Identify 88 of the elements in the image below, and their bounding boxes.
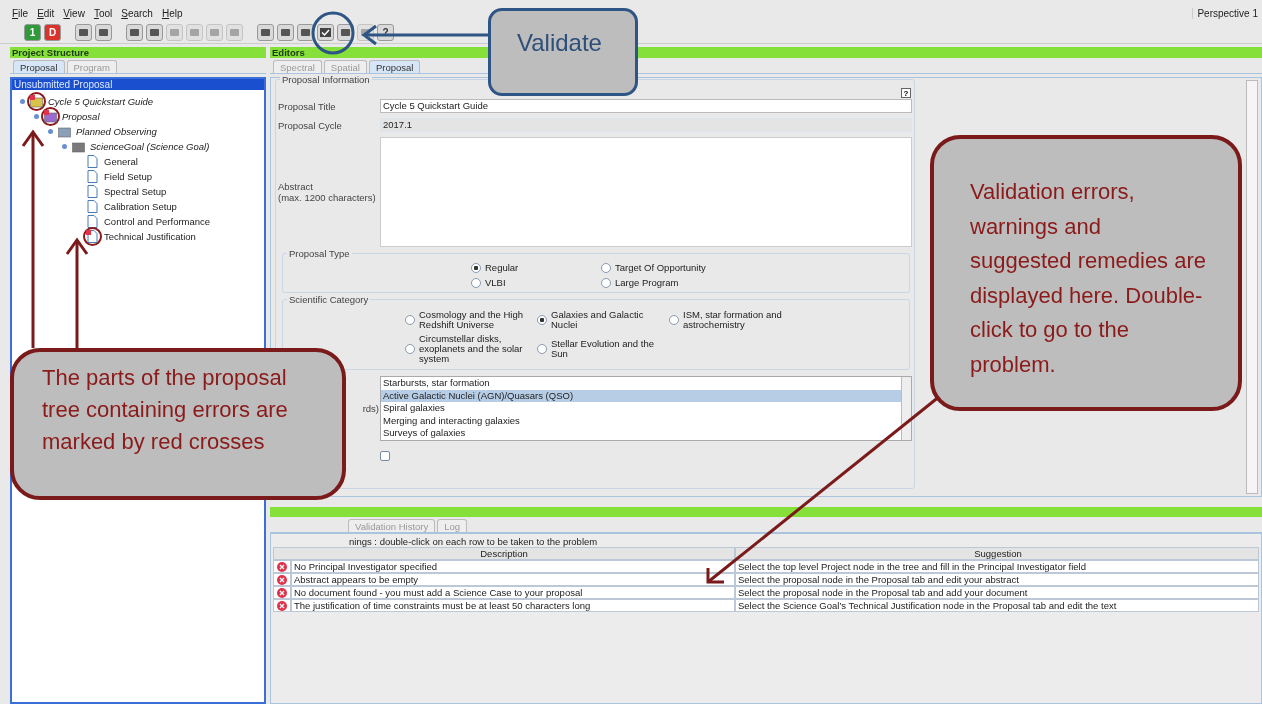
tree-item[interactable]: Calibration Setup	[104, 201, 177, 212]
tree-item[interactable]: Planned Observing	[76, 126, 157, 137]
field-label: Proposal Title	[278, 100, 337, 112]
radio-icon[interactable]	[601, 263, 611, 273]
section-title: Proposal Information	[280, 74, 372, 85]
tab[interactable]: Proposal	[13, 60, 65, 73]
tab[interactable]: Proposal	[368, 60, 421, 73]
menu-item[interactable]: Help	[161, 7, 183, 19]
tree-root[interactable]: Unsubmitted Proposal	[12, 79, 264, 90]
table-cell: Select the top level Project node in the tree and fill in the Principal Investigator field	[735, 560, 1259, 573]
tree-item[interactable]: Proposal	[62, 111, 100, 122]
toolbar-button[interactable]: 1	[24, 23, 41, 41]
field-label: Proposal Cycle	[278, 119, 343, 131]
section-title: Scientific Category	[287, 294, 371, 305]
menu-item[interactable]: Search	[121, 7, 153, 19]
list-item[interactable]: Merging and interacting galaxies	[381, 414, 901, 427]
hint-text: nings : double-click on each row to be taken to the problem	[348, 536, 599, 547]
expand-handle-icon[interactable]	[62, 144, 67, 149]
toolbar-button[interactable]	[146, 23, 163, 41]
radio-option[interactable]: Target Of Opportunity	[601, 263, 751, 273]
menu-item[interactable]: File	[12, 7, 29, 19]
callout: The parts of the proposal tree containing errors are marked by red crosses	[10, 348, 346, 500]
toolbar-button[interactable]	[95, 23, 112, 41]
radio-option[interactable]: Cosmology and the High Redshift Universe	[405, 310, 537, 330]
table-cell: Abstract appears to be empty	[291, 573, 735, 586]
menu-item[interactable]: Tool	[93, 7, 113, 19]
menu-item[interactable]: View	[63, 7, 85, 19]
radio-icon[interactable]	[669, 315, 679, 325]
list-item[interactable]: Surveys of galaxies	[381, 427, 901, 440]
callout: Validate	[488, 8, 638, 96]
expand-handle-icon[interactable]	[20, 99, 25, 104]
table-cell: No document found - you must add a Science Case to your proposal	[291, 586, 735, 599]
tree-item[interactable]: Cycle 5 Quickstart Guide	[48, 96, 154, 107]
highlight-ring	[311, 11, 355, 55]
tree-item[interactable]: Technical Justification	[104, 231, 196, 242]
radio-icon[interactable]	[601, 278, 611, 288]
radio-option[interactable]: Large Program	[601, 278, 751, 288]
callout: Validation errors, warnings and suggested remedies are displayed here. Double-click to go to the problem.	[930, 135, 1242, 411]
table-cell: Select the Science Goal’s Technical Justification node in the Proposal tab and edit the text	[735, 599, 1259, 612]
radio-icon[interactable]	[471, 263, 481, 273]
toolbar-button[interactable]	[126, 23, 143, 41]
help-button[interactable]: ?	[901, 88, 911, 98]
list-item[interactable]: Starbursts, star formation	[381, 377, 901, 390]
abstract-field[interactable]	[380, 137, 912, 247]
radio-icon[interactable]	[537, 315, 547, 325]
error-icon	[277, 600, 287, 611]
column-header[interactable]: Suggestion	[735, 547, 1259, 560]
table-cell: Select the proposal node in the Proposal tab and add your document	[735, 586, 1259, 599]
toolbar-button[interactable]: D	[44, 23, 61, 41]
table-cell: No Principal Investigator specified	[291, 560, 735, 573]
radio-icon[interactable]	[537, 344, 547, 354]
radio-option[interactable]: Circumstellar disks, exoplanets and the solar system	[405, 334, 537, 364]
radio-option[interactable]: Stellar Evolution and the Sun	[537, 334, 669, 364]
radio-option[interactable]: ISM, star formation and astrochemistry	[669, 310, 809, 330]
list-item[interactable]: Spiral galaxies	[381, 402, 901, 415]
tree-item[interactable]: Spectral Setup	[104, 186, 167, 197]
input-field[interactable]: 2017.1	[380, 118, 912, 132]
radio-icon[interactable]	[405, 315, 415, 325]
radio-option[interactable]: Regular	[471, 263, 601, 273]
input-field[interactable]: Cycle 5 Quickstart Guide	[380, 99, 912, 113]
menu-item[interactable]: Edit	[37, 7, 55, 19]
scrollbar[interactable]	[1246, 80, 1258, 494]
validate-button[interactable]	[317, 23, 334, 41]
expand-handle-icon[interactable]	[48, 129, 53, 134]
checkmark-icon	[320, 27, 331, 37]
tree-item[interactable]: General	[104, 156, 138, 167]
tree-item[interactable]: ScienceGoal (Science Goal)	[90, 141, 210, 152]
tree-item[interactable]: Control and Performance	[104, 216, 211, 227]
toolbar-button[interactable]	[75, 23, 92, 41]
tree-item[interactable]: Field Setup	[104, 171, 153, 182]
list-item[interactable]: Active Galactic Nuclei (AGN)/Quasars (QSO)	[381, 389, 901, 402]
checkbox[interactable]	[380, 450, 390, 461]
section-title: Proposal Type	[287, 248, 352, 259]
radio-icon[interactable]	[405, 344, 415, 354]
scrollbar[interactable]	[901, 377, 911, 440]
expand-handle-icon[interactable]	[34, 114, 39, 119]
field-hint: (max. 1200 characters)	[278, 192, 376, 203]
toolbar-button[interactable]	[277, 23, 294, 41]
panel-title: Project Structure	[10, 47, 266, 58]
radio-option[interactable]: Galaxies and Galactic Nuclei	[537, 310, 669, 330]
table-cell: The justification of time constraints must be at least 50 characters long	[291, 599, 735, 612]
column-header[interactable]: Description	[273, 547, 735, 560]
perspective-label: Perspective 1	[1192, 7, 1262, 19]
field-label: Abstract	[278, 181, 313, 192]
radio-option[interactable]: VLBI	[471, 278, 601, 288]
toolbar-button[interactable]	[257, 23, 274, 41]
table-cell: Select the proposal node in the Proposal tab and edit your abstract	[735, 573, 1259, 586]
radio-icon[interactable]	[471, 278, 481, 288]
